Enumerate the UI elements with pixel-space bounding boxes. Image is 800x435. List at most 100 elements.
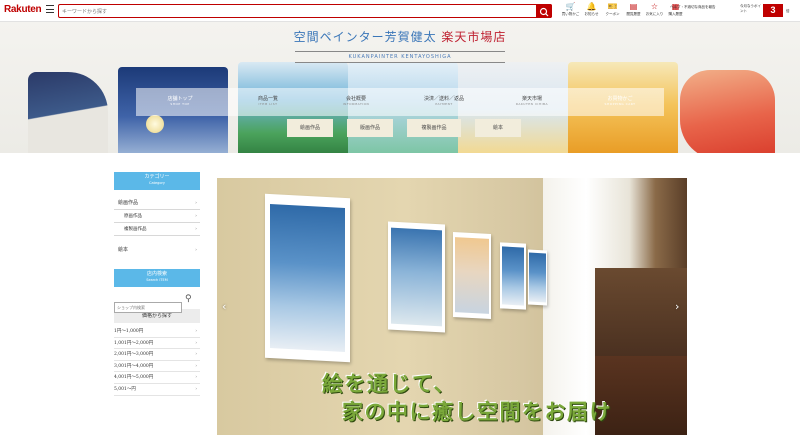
chevron-right-icon: › — [195, 247, 197, 253]
framed-painting — [265, 193, 350, 363]
icon-label: クーポン — [605, 12, 620, 16]
shop-nav: 店舗トップ SHOP TOP 商品一覧 ITEM LIST 会社概要 INFORMATIO… — [136, 88, 664, 116]
price-list: 1円〜1,000円 › 1,001円〜2,000円 › 2,001円〜3,000円 › 3,… — [114, 326, 200, 396]
category-item[interactable]: 原画作品 › — [114, 210, 200, 223]
shop-search-header: 店内検索 Search ITEM — [114, 269, 200, 287]
nav-item[interactable]: お買物かご SHOPPING CART — [576, 88, 664, 116]
nav-label: 会社概要 — [345, 96, 366, 102]
history-icon: ▤ — [629, 2, 638, 11]
nav-sublabel: SHOPPING CART — [604, 102, 636, 106]
chevron-right-icon: › — [195, 352, 197, 358]
hero-slideshow[interactable]: 絵を通じて、 家の中に癒し空間をお届け ‹ › — [217, 178, 687, 435]
nav-item[interactable]: 店舗トップ SHOP TOP — [136, 88, 224, 116]
subnav-item[interactable]: 複製画作品 — [407, 119, 461, 137]
nav-label: 商品一覧 — [257, 96, 278, 102]
category-item[interactable]: 絵本 › — [114, 244, 200, 257]
subnav-item[interactable]: 版画作品 — [347, 119, 393, 137]
framed-painting — [500, 242, 526, 310]
category-list: 絵画作品 › 原画作品 › 複製画作品 › 絵本 › — [114, 197, 200, 257]
shop-name: 空間ペインター芳賀健太 楽天市場店 — [293, 30, 507, 44]
price-label: 1,001円〜2,000円 — [114, 340, 154, 346]
icon-label: 購入履歴 — [668, 12, 683, 16]
shelf — [595, 268, 687, 358]
category-label: 絵本 — [118, 247, 129, 253]
price-range-item[interactable]: 4,001円〜5,000円 › — [114, 372, 200, 384]
framed-painting — [453, 232, 491, 319]
nav-sublabel: SHOP TOP — [170, 102, 190, 106]
search-input[interactable] — [62, 6, 532, 17]
nav-item[interactable]: 商品一覧 ITEM LIST — [224, 88, 312, 116]
chevron-right-icon: › — [195, 386, 197, 392]
next-slide-icon[interactable]: › — [675, 300, 679, 313]
subnav-item[interactable]: 絵画作品 — [287, 119, 333, 137]
price-range-item[interactable]: 2,001円〜3,000円 › — [114, 349, 200, 361]
painting-panel — [28, 72, 108, 153]
nav-item[interactable]: 会社概要 INFORMATION — [312, 88, 400, 116]
price-range-item[interactable]: 1円〜1,000円 › — [114, 326, 200, 338]
header-icons: 🛒 買い物かご 🔔 お知らせ 🎫 クーポン ▤ 閲覧履歴 ☆ お気に入り ▦ 購入履歴 — [560, 2, 686, 20]
shop-subnav: 絵画作品 版画作品 複製画作品 絵本 — [287, 119, 535, 137]
rakuten-logo[interactable]: Rakuten — [4, 4, 42, 15]
cart-icon: 🛒 — [565, 2, 576, 11]
coupon-button[interactable]: 🎫 クーポン — [602, 2, 623, 20]
history-button[interactable]: ▤ 閲覧履歴 — [623, 2, 644, 20]
price-range-item[interactable]: 3,001円〜4,000円 › — [114, 361, 200, 373]
nav-item[interactable]: 楽天市場 RAKUTEN ICHIBA — [488, 88, 576, 116]
price-label: 5,001〜円 — [114, 386, 136, 392]
moon-graphic — [146, 115, 164, 133]
star-button[interactable]: ☆ お気に入り — [644, 2, 665, 20]
cart-button[interactable]: 🛒 買い物かご — [560, 2, 581, 20]
chevron-right-icon: › — [195, 340, 197, 346]
help-link[interactable]: ヘルプ・不適切な商品を報告 — [670, 5, 716, 10]
menu-icon[interactable] — [46, 5, 54, 13]
nav-label: 店舗トップ — [167, 96, 193, 102]
price-range-item[interactable]: 5,001〜円 › — [114, 384, 200, 396]
nav-label: お買物かご — [607, 96, 633, 102]
category-label: 複製画作品 — [124, 227, 147, 232]
prev-slide-icon[interactable]: ‹ — [222, 300, 226, 313]
bell-icon: 🔔 — [586, 2, 597, 11]
nav-sublabel: ITEM LIST — [258, 102, 278, 106]
hero-caption: 絵を通じて、 家の中に癒し空間をお届け — [322, 371, 612, 424]
nav-label: 楽天市場 — [521, 96, 542, 102]
search-bar — [58, 4, 552, 18]
nav-item[interactable]: 決済／送料／返品 PAYMENT — [400, 88, 488, 116]
chevron-right-icon: › — [195, 200, 197, 206]
price-range-item[interactable]: 1,001円〜2,000円 › — [114, 338, 200, 350]
chevron-right-icon: › — [195, 213, 197, 219]
icon-label: お知らせ — [584, 12, 599, 16]
shop-search: ⚲ — [114, 294, 200, 313]
category-label: 絵画作品 — [118, 200, 139, 206]
price-label: 4,001円〜5,000円 — [114, 375, 154, 381]
chevron-right-icon: › — [195, 375, 197, 381]
shop-brand[interactable]: 空間ペインター芳賀健太 楽天市場店 KUKANPAINTER KENTAYOSH… — [280, 28, 520, 63]
subnav-item[interactable]: 絵本 — [475, 119, 521, 137]
price-label: 2,001円〜3,000円 — [114, 352, 154, 358]
shop-search-input[interactable] — [114, 302, 182, 313]
coupon-icon: 🎫 — [607, 2, 618, 11]
category-item[interactable]: 絵画作品 › — [114, 197, 200, 210]
points-label: 今月なうポイント — [740, 4, 761, 13]
sidebar: カテゴリー Category 絵画作品 › 原画作品 › 複製画作品 › 絵本 › 店内検索 … — [114, 172, 200, 396]
points-unit: 倍 — [786, 9, 790, 13]
painting-panel — [680, 70, 775, 153]
nav-sublabel: INFORMATION — [342, 102, 370, 106]
points-multiplier[interactable]: 3 — [763, 4, 783, 17]
shop-name-en: KUKANPAINTER KENTAYOSHIGA — [348, 54, 452, 60]
divider — [295, 51, 505, 52]
framed-painting — [388, 221, 445, 333]
icon-label: 閲覧履歴 — [626, 12, 641, 16]
icon-label: お気に入り — [645, 12, 664, 16]
rakuten-header: Rakuten 🛒買い物かご🔔お知らせ🎫クーポン▤閲覧履歴☆お気に入り▦購入履歴… — [0, 0, 800, 22]
price-label: 3,001円〜4,000円 — [114, 363, 154, 369]
bell-button[interactable]: 🔔 お知らせ — [581, 2, 602, 20]
search-icon[interactable]: ⚲ — [185, 294, 192, 304]
nav-sublabel: RAKUTEN ICHIBA — [515, 102, 549, 106]
category-label: 原画作品 — [124, 214, 142, 219]
star-icon: ☆ — [650, 2, 659, 11]
nav-sublabel: PAYMENT — [435, 102, 453, 106]
category-item[interactable]: 複製画作品 › — [114, 223, 200, 236]
search-button[interactable] — [536, 4, 552, 18]
chevron-right-icon: › — [195, 226, 197, 232]
divider — [295, 62, 505, 63]
